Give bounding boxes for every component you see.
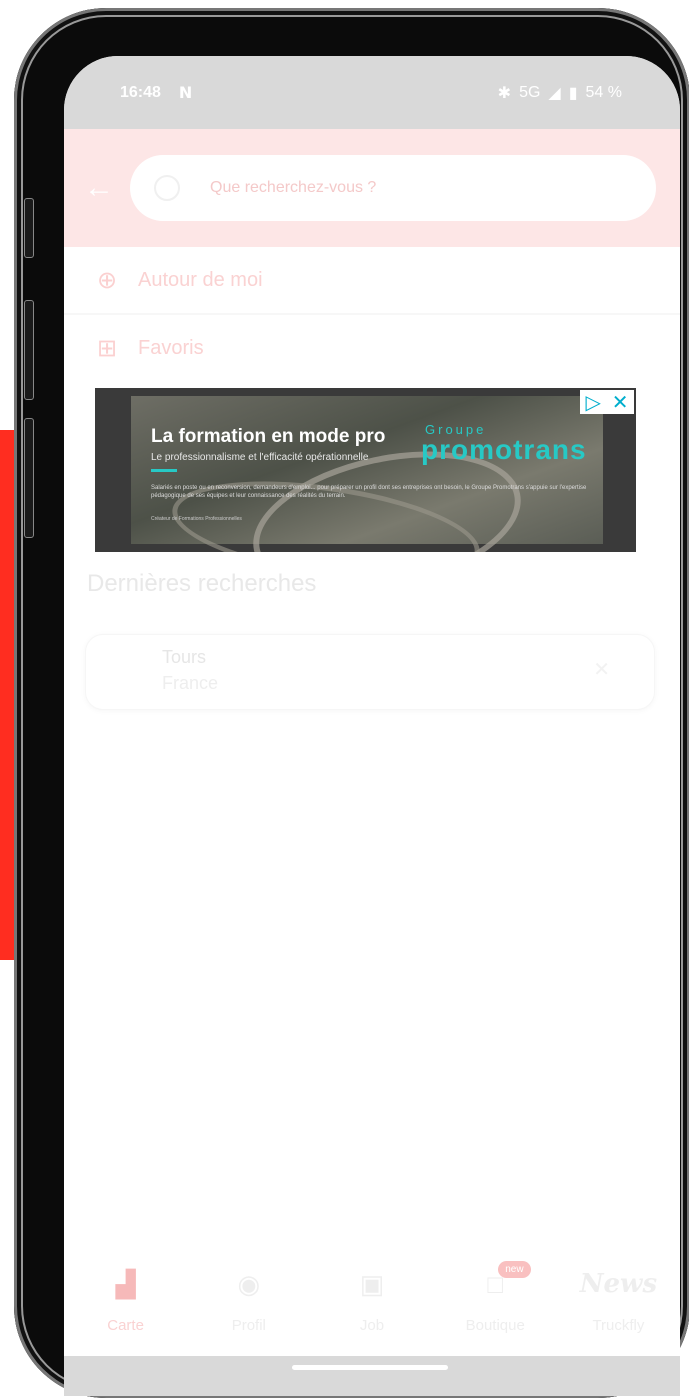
menu-item-label: Autour de moi	[138, 268, 263, 291]
ad-body: Salariés en poste ou en reconversion, de…	[151, 485, 587, 499]
ad-subtitle: Le professionnalisme et l'efficacité opé…	[151, 452, 369, 463]
status-bar: 16:48 N ✱ 5G ◢ ▮ 54 %	[64, 56, 680, 129]
menu-item-nearby[interactable]: ⊕ Autour de moi	[64, 247, 680, 315]
search-header: ←	[64, 129, 680, 247]
recent-searches-title: Dernières recherches	[87, 570, 317, 597]
screen: 16:48 N ✱ 5G ◢ ▮ 54 % ← ⊕ Autour de moi …	[64, 56, 680, 1396]
bluetooth-icon: ✱	[497, 84, 512, 102]
ad-underline	[151, 469, 177, 472]
back-arrow-icon[interactable]: ←	[84, 171, 130, 205]
battery-icon: ▮	[568, 84, 578, 102]
shopping-bag-icon: □ new	[480, 1261, 531, 1299]
home-indicator[interactable]	[292, 1365, 448, 1370]
network-label: 5G	[519, 83, 541, 101]
search-box[interactable]	[130, 155, 656, 221]
ad-title: La formation en mode pro	[151, 426, 386, 447]
map-icon: ▟	[115, 1268, 136, 1299]
location-target-icon: ⊕	[96, 266, 118, 294]
briefcase-icon: ▣	[359, 1268, 385, 1299]
volume-button	[24, 198, 34, 258]
ad-footer: Créateur de Formations Professionnelles	[151, 516, 242, 522]
phone-frame: 16:48 N ✱ 5G ◢ ▮ 54 % ← ⊕ Autour de moi …	[14, 8, 689, 1398]
bottom-nav: ▟ Carte ◉ Profil ▣ Job □ new Boutique Ne…	[64, 1251, 680, 1361]
ad-brand-logo: promotrans	[421, 434, 587, 465]
recent-city: Tours	[162, 647, 207, 667]
system-nav-bar	[64, 1356, 680, 1396]
user-circle-icon: ◉	[237, 1268, 261, 1299]
power-button	[24, 418, 34, 538]
nav-label: Truckfly	[592, 1317, 645, 1334]
nav-item-job[interactable]: ▣ Job	[310, 1251, 433, 1361]
nav-label: Carte	[107, 1317, 144, 1334]
nav-item-carte[interactable]: ▟ Carte	[64, 1251, 187, 1361]
ad-controls[interactable]: ▷ ✕	[580, 390, 634, 414]
battery-label: 54 %	[585, 83, 622, 101]
nav-item-profil[interactable]: ◉ Profil	[187, 1251, 310, 1361]
signal-icon: ◢	[548, 84, 561, 102]
volume-down-button	[24, 300, 34, 400]
bookmark-plus-icon: ⊞	[96, 334, 118, 362]
news-icon: News	[579, 1269, 658, 1299]
nav-item-boutique[interactable]: □ new Boutique	[434, 1251, 557, 1361]
ad-banner[interactable]: La formation en mode pro Le professionna…	[95, 388, 636, 552]
ad-choices-icon[interactable]: ▷	[585, 390, 600, 415]
new-badge: new	[498, 1261, 531, 1278]
nav-label: Boutique	[465, 1317, 525, 1334]
search-input[interactable]	[208, 178, 572, 198]
recent-search-item[interactable]: Tours France ✕	[85, 634, 655, 710]
menu-item-label: Favoris	[138, 336, 204, 359]
netflix-n-icon: N	[178, 83, 193, 102]
nav-label: Job	[359, 1317, 385, 1334]
nav-label: Profil	[231, 1317, 266, 1334]
status-time: 16:48	[120, 83, 161, 101]
menu-item-favorites[interactable]: ⊞ Favoris	[64, 315, 680, 381]
remove-icon[interactable]: ✕	[593, 657, 610, 682]
recent-country: France	[162, 673, 219, 693]
search-icon	[154, 175, 180, 201]
close-icon[interactable]: ✕	[612, 390, 629, 415]
nav-item-truckfly[interactable]: News Truckfly	[557, 1251, 680, 1361]
